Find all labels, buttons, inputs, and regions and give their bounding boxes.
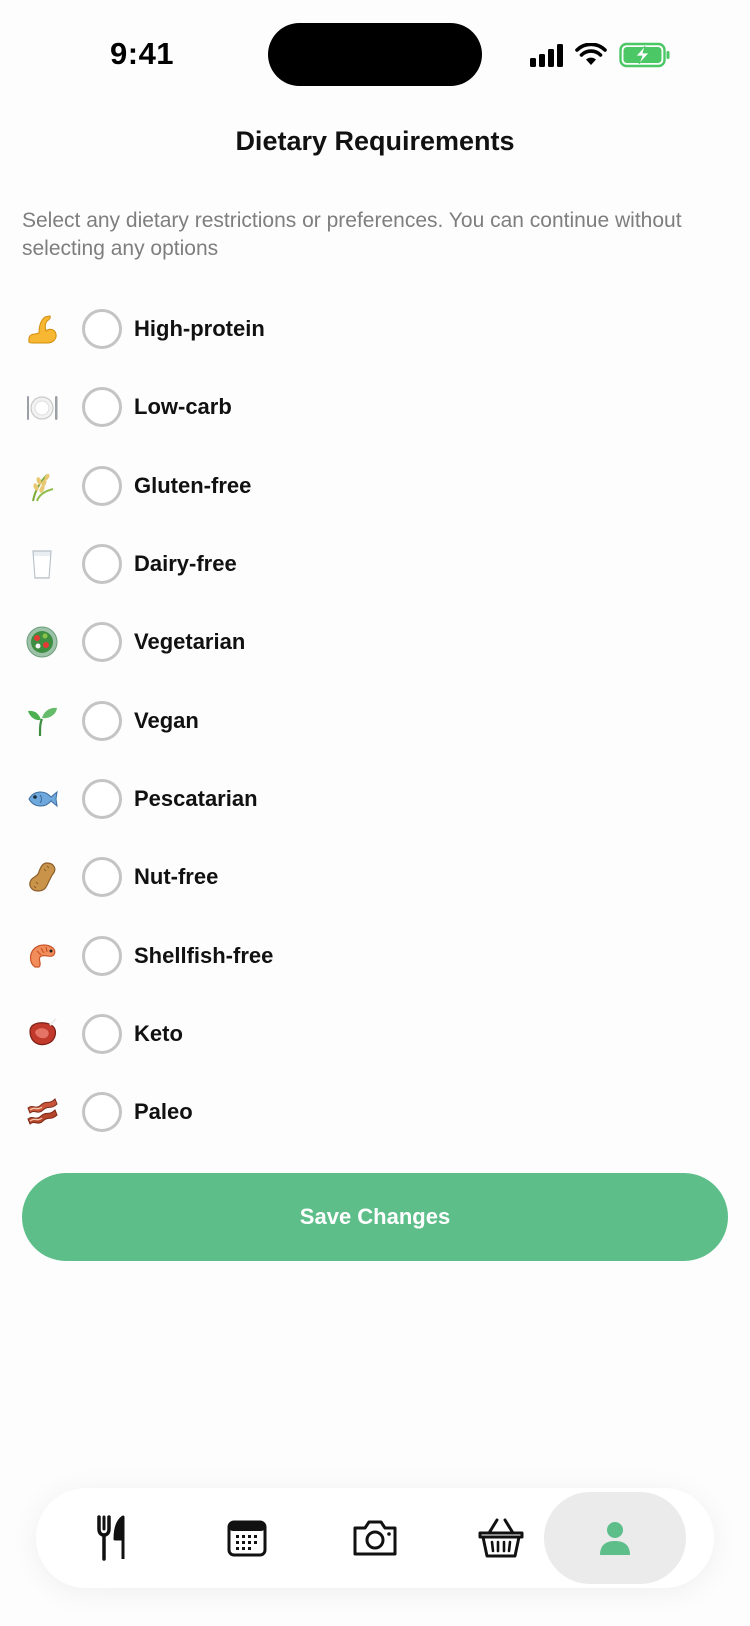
rice-ear-icon: [24, 468, 60, 504]
camera-icon: [353, 1520, 397, 1556]
option-keto[interactable]: Keto: [0, 995, 750, 1073]
option-label: High-protein: [134, 316, 265, 342]
salad-icon: [24, 624, 60, 660]
radio-button[interactable]: [82, 1092, 122, 1133]
radio-button[interactable]: [82, 700, 122, 741]
radio-button[interactable]: [82, 622, 122, 663]
tab-camera[interactable]: [304, 1492, 446, 1584]
steak-icon: [24, 1016, 60, 1052]
radio-button[interactable]: [82, 465, 122, 506]
fish-icon: [24, 781, 60, 817]
flexed-biceps-icon: [24, 311, 60, 347]
tab-profile[interactable]: [544, 1492, 686, 1584]
wifi-icon: [575, 43, 607, 65]
option-vegan[interactable]: Vegan: [0, 681, 750, 759]
milk-glass-icon: [24, 546, 60, 582]
save-changes-button[interactable]: Save Changes: [22, 1173, 728, 1261]
option-low-carb[interactable]: Low-carb: [0, 368, 750, 446]
option-paleo[interactable]: Paleo: [0, 1073, 750, 1151]
status-bar: 9:41: [0, 0, 750, 100]
option-label: Nut-free: [134, 864, 219, 890]
option-label: Shellfish-free: [134, 942, 274, 968]
battery-charging-icon: [619, 42, 670, 68]
option-vegetarian[interactable]: Vegetarian: [0, 603, 750, 681]
option-shellfish-free[interactable]: Shellfish-free: [0, 916, 750, 994]
dynamic-island: [268, 23, 482, 86]
status-icons: [530, 40, 671, 70]
tab-meals[interactable]: [42, 1492, 184, 1584]
page-subtitle: Select any dietary restrictions or prefe…: [22, 209, 682, 260]
basket-icon: [478, 1518, 524, 1558]
cellular-signal-icon: [530, 43, 563, 67]
option-dairy-free[interactable]: Dairy-free: [0, 525, 750, 603]
option-nut-free[interactable]: Nut-free: [0, 838, 750, 916]
radio-button[interactable]: [82, 778, 122, 819]
fork-knife-icon: [97, 1515, 125, 1561]
profile-icon: [600, 1522, 630, 1555]
calendar-icon: [227, 1520, 267, 1557]
radio-button[interactable]: [82, 935, 122, 976]
status-time: 9:41: [110, 36, 175, 71]
option-label: Gluten-free: [134, 472, 252, 498]
peanut-icon: [24, 859, 60, 895]
radio-button[interactable]: [82, 1013, 122, 1054]
option-label: Paleo: [134, 1099, 193, 1125]
option-gluten-free[interactable]: Gluten-free: [0, 447, 750, 525]
option-label: Low-carb: [134, 394, 232, 420]
radio-button[interactable]: [82, 387, 122, 428]
tab-calendar[interactable]: [176, 1492, 318, 1584]
plate-cutlery-icon: [24, 389, 60, 425]
radio-button[interactable]: [82, 309, 122, 350]
bottom-tab-bar: [36, 1488, 714, 1588]
dietary-options-list: High-protein Low-carb Gluten-free Dairy-…: [0, 290, 750, 1151]
radio-button[interactable]: [82, 857, 122, 898]
shrimp-icon: [24, 938, 60, 974]
page-title: Dietary Requirements: [235, 126, 515, 156]
option-label: Pescatarian: [134, 785, 258, 811]
radio-button[interactable]: [82, 544, 122, 585]
dietary-requirements-screen: 9:41 Dietary Requirements Select any die…: [0, 0, 750, 1626]
option-label: Vegetarian: [134, 629, 246, 655]
bacon-icon: [24, 1094, 60, 1130]
seedling-icon: [24, 703, 60, 739]
option-label: Dairy-free: [134, 551, 237, 577]
option-label: Vegan: [134, 707, 199, 733]
option-pescatarian[interactable]: Pescatarian: [0, 760, 750, 838]
option-high-protein[interactable]: High-protein: [0, 290, 750, 368]
option-label: Keto: [134, 1020, 183, 1046]
